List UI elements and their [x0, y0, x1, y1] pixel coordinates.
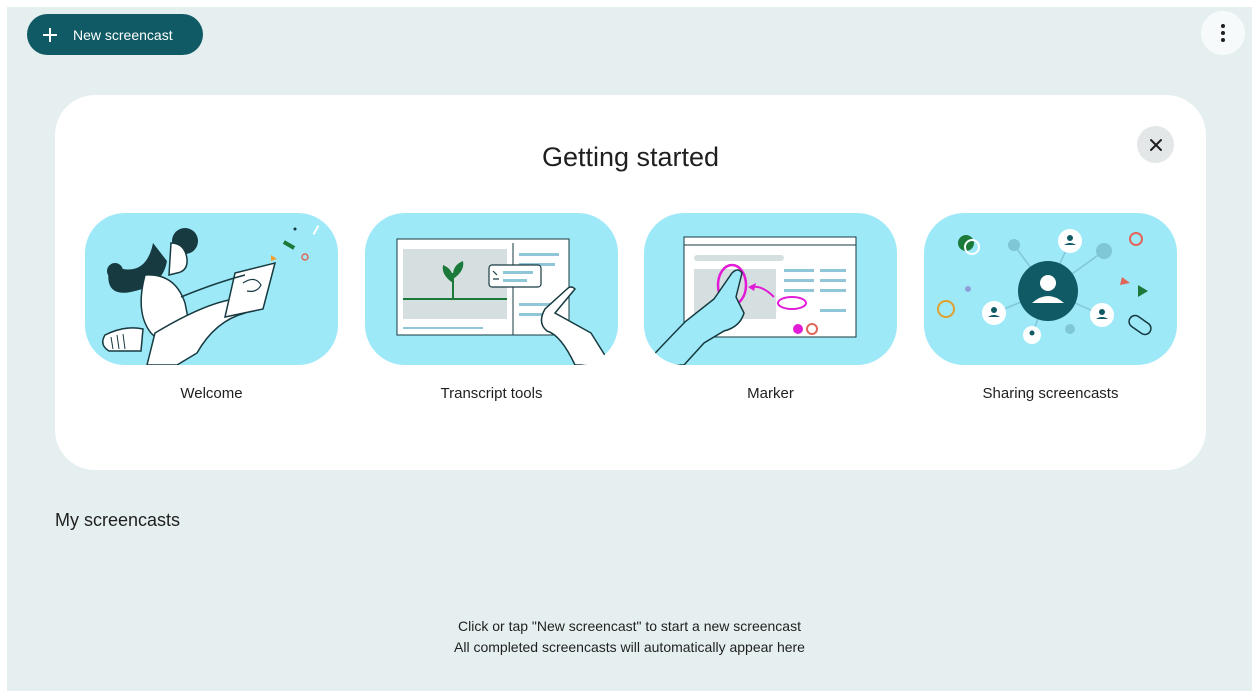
- more-vertical-icon: [1221, 24, 1225, 42]
- new-screencast-button[interactable]: New screencast: [27, 14, 203, 55]
- tile-welcome-label: Welcome: [180, 385, 243, 402]
- tile-marker[interactable]: Marker: [644, 213, 897, 402]
- getting-started-title: Getting started: [541, 142, 720, 172]
- marker-illustration: [644, 213, 897, 365]
- empty-state-message: Click or tap "New screencast" to start a…: [7, 616, 1252, 658]
- sharing-screencasts-illustration: [924, 213, 1177, 365]
- close-getting-started-button[interactable]: [1137, 126, 1174, 163]
- getting-started-card: Getting started Welcome Transcript tools…: [55, 95, 1206, 470]
- plus-icon: [43, 27, 57, 42]
- tile-marker-label: Marker: [747, 385, 794, 402]
- close-icon: [1149, 138, 1162, 151]
- new-screencast-label: New screencast: [73, 26, 173, 43]
- tile-transcript-tools-label: Transcript tools: [440, 385, 543, 402]
- tile-sharing-screencasts[interactable]: Sharing screencasts: [924, 213, 1177, 402]
- empty-state-line-1: Click or tap "New screencast" to start a…: [458, 618, 801, 634]
- tile-transcript-tools[interactable]: Transcript tools: [365, 213, 618, 402]
- welcome-illustration: [85, 213, 338, 365]
- transcript-tools-illustration: [365, 213, 618, 365]
- more-options-button[interactable]: [1201, 11, 1245, 55]
- empty-state-line-2: All completed screencasts will automatic…: [454, 639, 805, 655]
- tile-sharing-screencasts-label: Sharing screencasts: [982, 385, 1119, 402]
- tile-welcome[interactable]: Welcome: [85, 213, 338, 402]
- screencast-app: New screencast Getting started Welcome T…: [7, 7, 1252, 691]
- my-screencasts-title: My screencasts: [55, 510, 181, 530]
